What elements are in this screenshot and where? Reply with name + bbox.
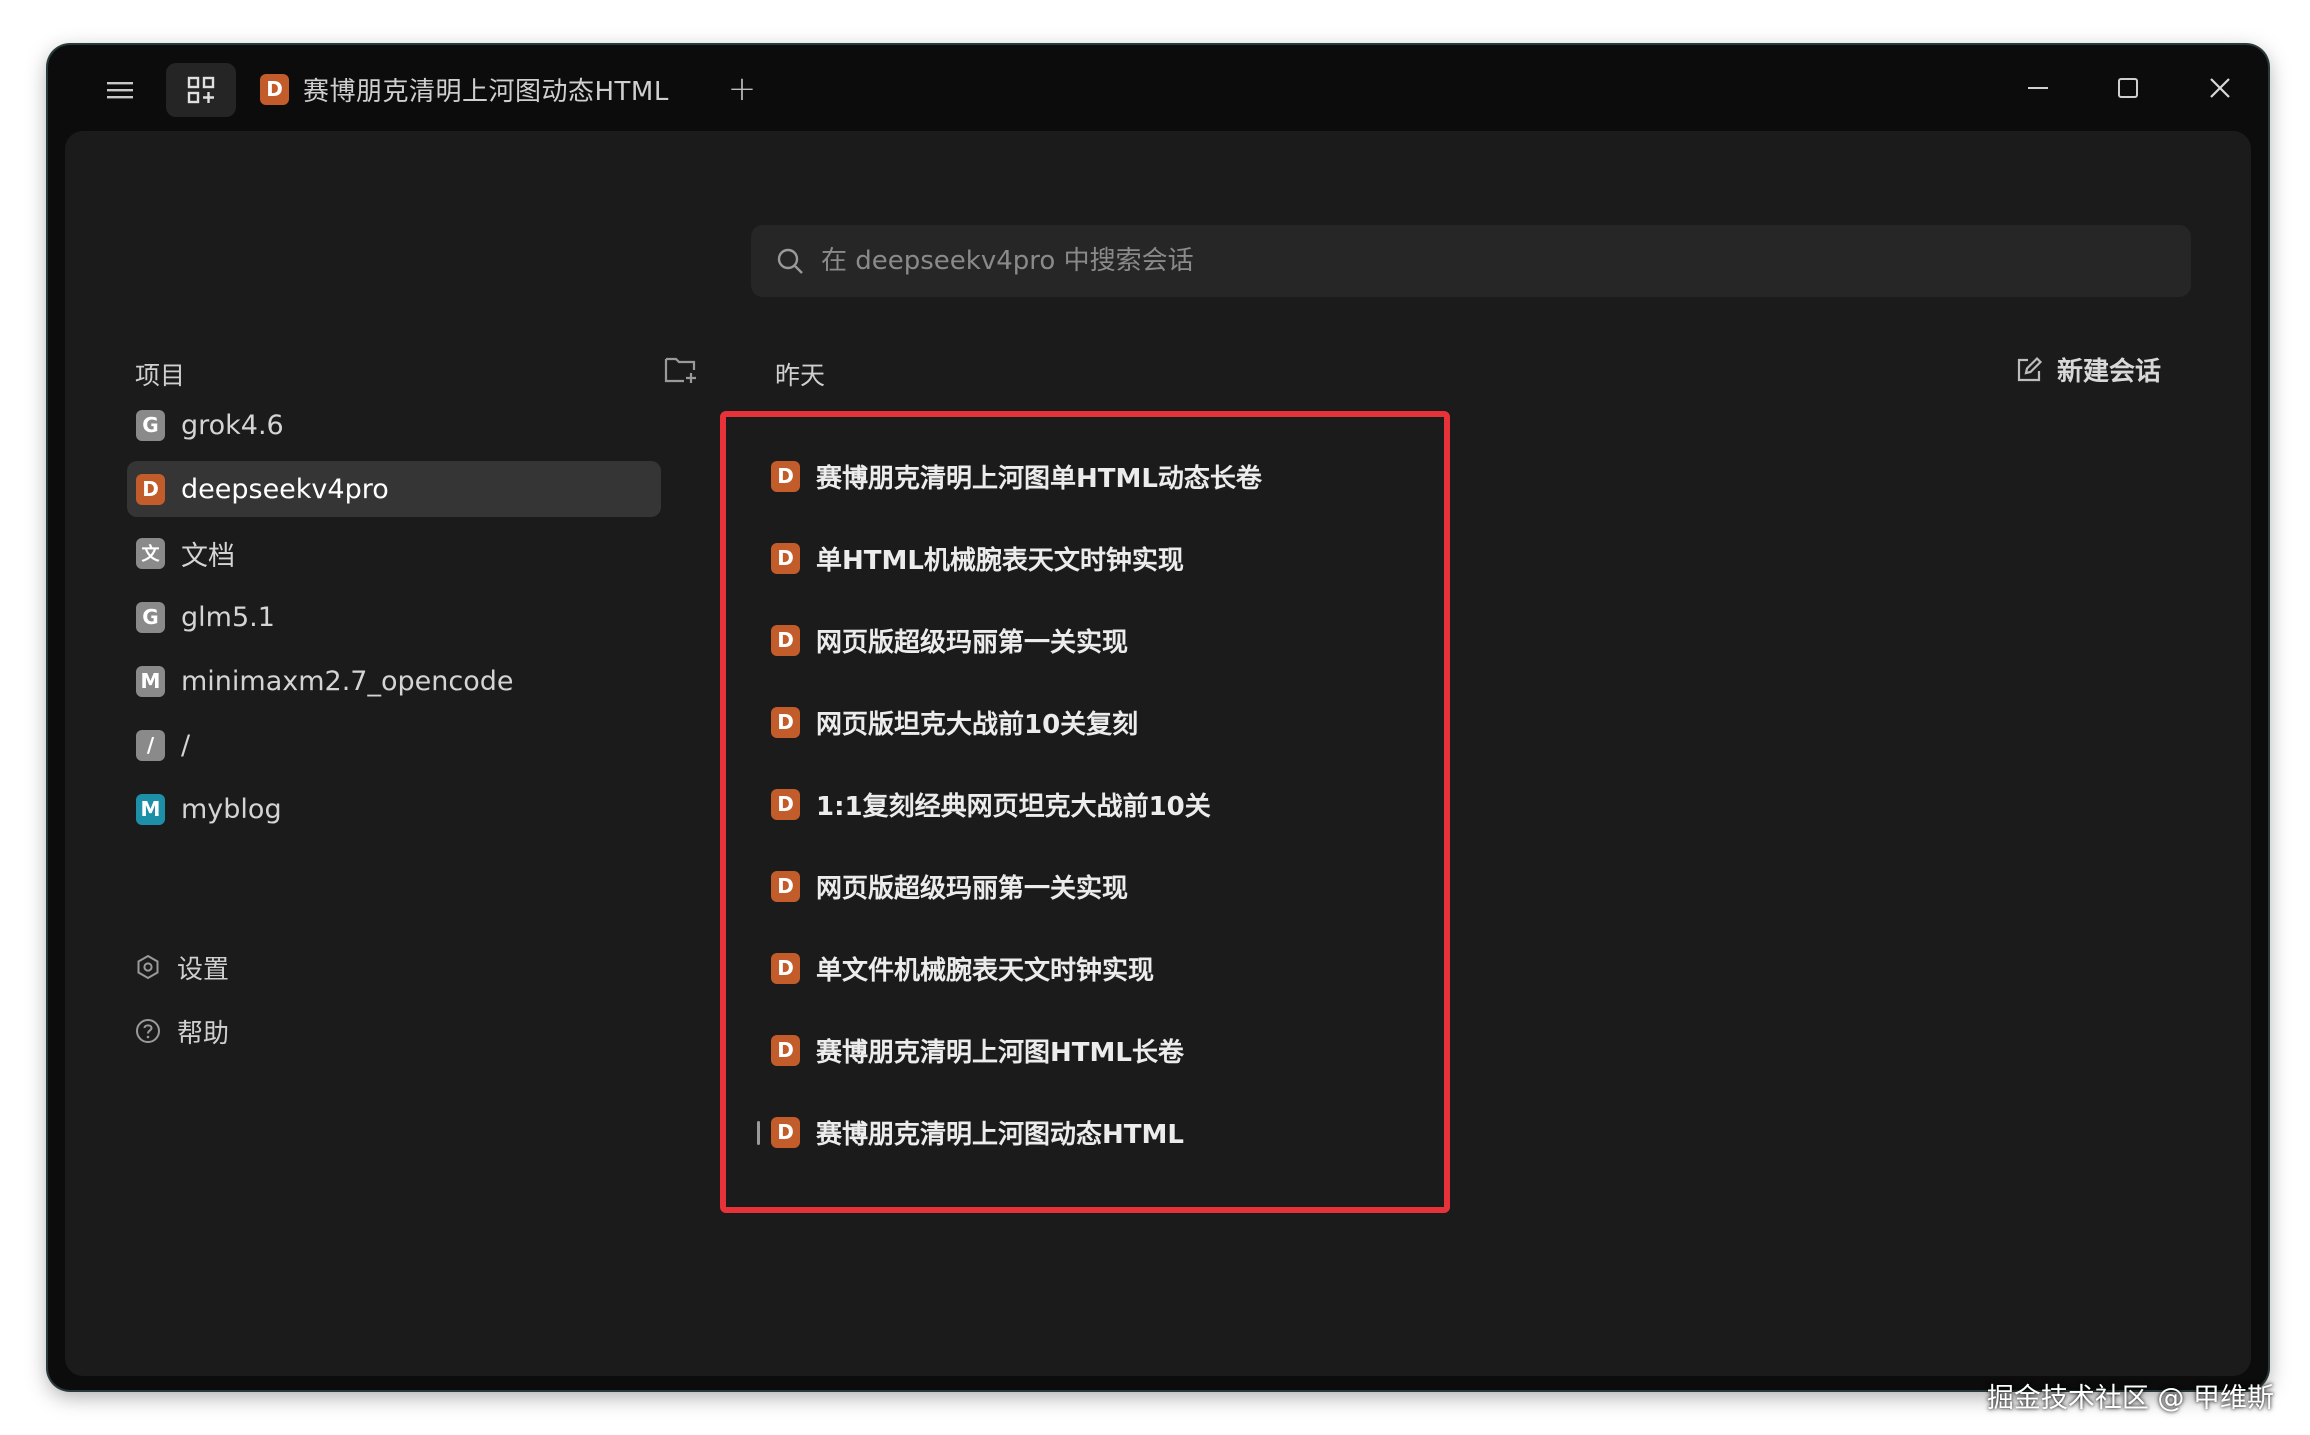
apps-grid-icon <box>187 76 215 104</box>
conversation-item[interactable]: D 1:1复刻经典网页坦克大战前10关 <box>771 763 1471 845</box>
project-label: deepseekv4pro <box>181 473 389 505</box>
help-icon <box>136 1019 160 1043</box>
apps-grid-button[interactable] <box>166 63 236 117</box>
settings-button[interactable]: 设置 <box>135 939 229 995</box>
conversation-list: D 赛博朋克清明上河图单HTML动态长卷 D 单HTML机械腕表天文时钟实现 D… <box>757 435 1471 1173</box>
conversation-badge: D <box>771 952 800 984</box>
minimize-button[interactable] <box>2008 63 2068 113</box>
help-button[interactable]: 帮助 <box>135 1003 229 1059</box>
conversation-title: 网页版超级玛丽第一关实现 <box>816 873 1129 904</box>
project-label: myblog <box>181 793 282 825</box>
title-bar: D 赛博朋克清明上河图动态HTML + <box>48 45 2268 131</box>
conversation-title: 赛博朋克清明上河图HTML长卷 <box>816 1037 1184 1068</box>
folder-add-icon <box>664 357 696 383</box>
project-badge: M <box>136 665 165 697</box>
conversation-item[interactable]: D 网页版坦克大战前10关复刻 <box>771 681 1471 763</box>
close-icon <box>2210 78 2230 98</box>
current-conversation-marker <box>757 1121 760 1145</box>
hamburger-icon <box>107 82 133 99</box>
project-list: G grok4.6 D deepseekv4pro 文 文档 G glm5.1 … <box>127 397 661 845</box>
conversation-item[interactable]: D 赛博朋克清明上河图HTML长卷 <box>771 1009 1471 1091</box>
conversation-badge: D <box>771 788 800 820</box>
project-badge: G <box>136 409 165 441</box>
app-window: D 赛博朋克清明上河图动态HTML + 项目 G <box>48 45 2268 1390</box>
maximize-button[interactable] <box>2098 63 2158 113</box>
search-input[interactable] <box>819 245 2143 277</box>
conversation-title: 1:1复刻经典网页坦克大战前10关 <box>816 791 1211 822</box>
conversation-badge: D <box>771 1116 800 1148</box>
search-icon <box>775 246 805 276</box>
conversation-badge: D <box>771 542 800 574</box>
conversation-item-current[interactable]: D 赛博朋克清明上河图动态HTML <box>757 1091 1471 1173</box>
conversation-badge: D <box>771 624 800 656</box>
conversation-title: 赛博朋克清明上河图单HTML动态长卷 <box>816 463 1262 494</box>
project-item-root[interactable]: / / <box>127 717 661 773</box>
date-section-label: 昨天 <box>775 361 826 390</box>
conversation-item[interactable]: D 单文件机械腕表天文时钟实现 <box>771 927 1471 1009</box>
conversation-badge: D <box>771 460 800 492</box>
conversation-badge: D <box>771 1034 800 1066</box>
conversation-badge: D <box>771 870 800 902</box>
project-badge: M <box>136 793 165 825</box>
new-chat-button[interactable]: 新建会话 <box>2015 351 2161 388</box>
conversation-badge: D <box>771 706 800 738</box>
project-item-docs[interactable]: 文 文档 <box>127 525 661 581</box>
maximize-icon <box>2118 78 2138 98</box>
new-tab-button[interactable]: + <box>722 69 762 109</box>
conversation-item[interactable]: D 网页版超级玛丽第一关实现 <box>771 845 1471 927</box>
conversation-title: 单文件机械腕表天文时钟实现 <box>816 955 1155 986</box>
project-badge: D <box>136 473 165 505</box>
project-item-glm[interactable]: G glm5.1 <box>127 589 661 645</box>
project-label: / <box>181 729 191 761</box>
help-label: 帮助 <box>177 1018 230 1049</box>
project-item-minimax[interactable]: M minimaxm2.7_opencode <box>127 653 661 709</box>
new-project-button[interactable] <box>663 353 699 385</box>
edit-icon <box>2017 356 2043 381</box>
main-panel: 项目 G grok4.6 D deepseekv4pro 文 文档 G glm5… <box>65 131 2251 1376</box>
project-item-deepseekv4pro[interactable]: D deepseekv4pro <box>127 461 661 517</box>
project-label: glm5.1 <box>181 601 275 633</box>
tab-title: 赛博朋克清明上河图动态HTML <box>303 76 669 107</box>
sidebar-footer: 设置 帮助 <box>135 939 229 1067</box>
project-badge: / <box>136 729 165 761</box>
conversation-item[interactable]: D 赛博朋克清明上河图单HTML动态长卷 <box>771 435 1471 517</box>
tab-active-conversation[interactable]: D 赛博朋克清明上河图动态HTML <box>260 67 669 111</box>
project-label: grok4.6 <box>181 409 284 441</box>
plus-icon: + <box>727 69 757 109</box>
project-item-myblog[interactable]: M myblog <box>127 781 661 837</box>
search-bar[interactable] <box>751 225 2191 297</box>
project-badge: G <box>136 601 165 633</box>
conversation-title: 网页版超级玛丽第一关实现 <box>816 627 1129 658</box>
projects-header: 项目 <box>135 361 186 390</box>
settings-label: 设置 <box>177 954 230 985</box>
hamburger-menu-button[interactable] <box>98 71 142 109</box>
conversation-item[interactable]: D 网页版超级玛丽第一关实现 <box>771 599 1471 681</box>
new-chat-label: 新建会话 <box>2057 357 2162 387</box>
watermark: 掘金技术社区 @ 甲维斯 <box>1986 1383 2274 1414</box>
conversation-title: 单HTML机械腕表天文时钟实现 <box>816 545 1184 576</box>
project-label: minimaxm2.7_opencode <box>181 665 514 697</box>
gear-icon <box>137 954 159 980</box>
minimize-icon <box>2028 87 2048 89</box>
project-item-grok[interactable]: G grok4.6 <box>127 397 661 453</box>
tab-badge: D <box>260 73 289 105</box>
project-badge: 文 <box>136 537 165 569</box>
conversation-item[interactable]: D 单HTML机械腕表天文时钟实现 <box>771 517 1471 599</box>
close-window-button[interactable] <box>2190 63 2250 113</box>
conversation-title: 网页版坦克大战前10关复刻 <box>816 709 1139 740</box>
project-label: 文档 <box>181 540 235 572</box>
conversation-title: 赛博朋克清明上河图动态HTML <box>816 1119 1184 1150</box>
